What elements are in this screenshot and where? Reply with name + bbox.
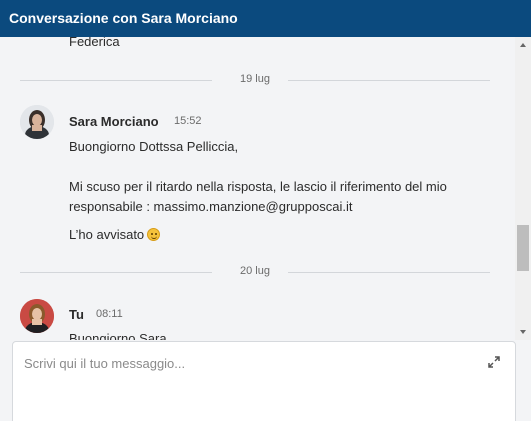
message-time: 15:52 — [174, 115, 202, 127]
avatar[interactable] — [20, 105, 54, 139]
message-composer — [12, 341, 516, 421]
date-label: 20 lug — [240, 265, 270, 277]
date-label: 19 lug — [240, 73, 270, 85]
conversation-header: Conversazione con Sara Morciano — [0, 0, 531, 37]
message-list[interactable]: Federica 19 lug Sara Morciano 15:52 Buon… — [0, 37, 515, 340]
scrollbar[interactable] — [515, 37, 531, 340]
previous-message-text: Federica — [69, 37, 120, 49]
scroll-down-icon[interactable] — [520, 330, 526, 334]
message-text: Mi scuso per il ritardo nella risposta, … — [69, 179, 447, 194]
conversation-title: Conversazione con Sara Morciano — [9, 10, 238, 26]
message-text-line: L’ho avvisato — [69, 227, 145, 242]
message-time: 08:11 — [96, 308, 123, 320]
date-separator: 19 lug — [20, 71, 490, 89]
avatar[interactable] — [20, 299, 54, 333]
user-avatar-icon — [20, 299, 54, 333]
message-text: Buongiorno Sara — [69, 331, 167, 340]
date-separator: 20 lug — [20, 263, 490, 281]
sender-name: Tu — [69, 307, 84, 322]
sara-avatar-icon — [20, 105, 54, 139]
message-text: L’ho avvisato — [69, 227, 161, 242]
message-text: responsabile : massimo.manzione@grupposc… — [69, 199, 353, 214]
expand-icon[interactable] — [487, 355, 501, 369]
message-text: Buongiorno Dottssa Pelliccia, — [69, 139, 239, 154]
smiling-face-emoji-icon — [147, 228, 161, 241]
sender-name: Sara Morciano — [69, 114, 159, 129]
message-input[interactable] — [13, 342, 515, 421]
scroll-up-icon[interactable] — [520, 43, 526, 47]
scrollbar-thumb[interactable] — [517, 225, 529, 271]
